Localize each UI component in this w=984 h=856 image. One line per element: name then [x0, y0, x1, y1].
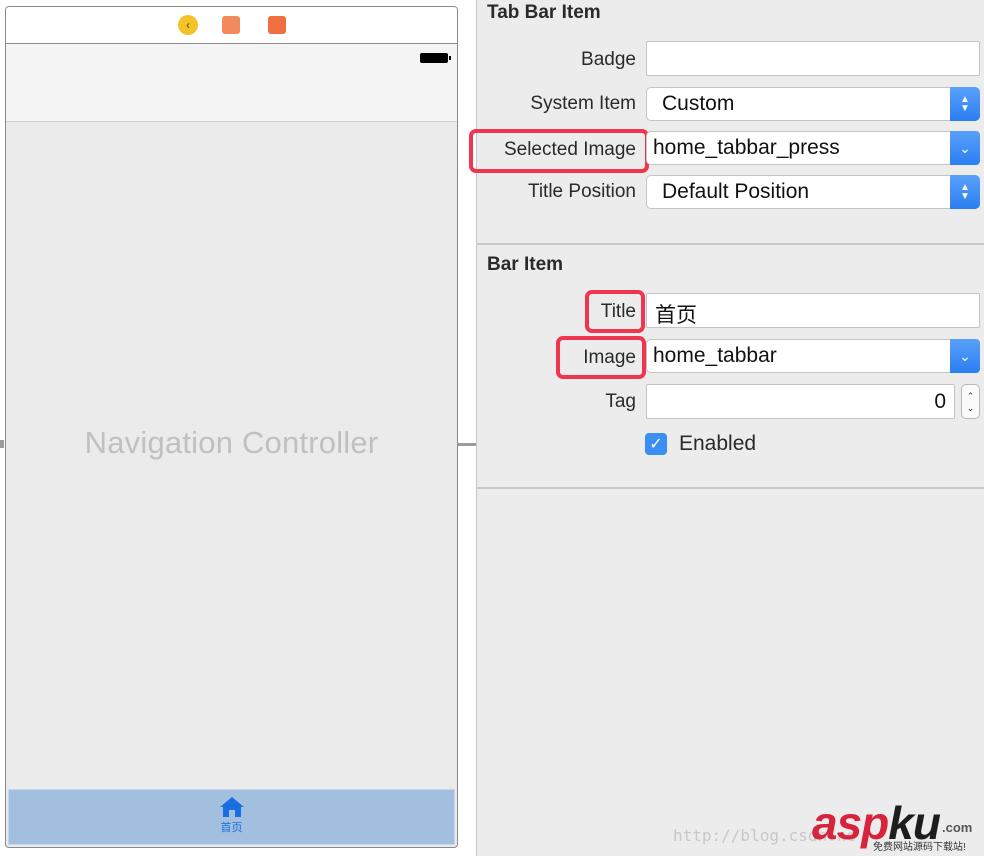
title-field[interactable]: 首页	[646, 293, 980, 328]
chevron-down-icon[interactable]: ⌄	[950, 131, 980, 165]
tab-bar-item-home[interactable]: 首页	[207, 796, 257, 835]
badge-label: Badge	[581, 49, 636, 70]
title-value: 首页	[655, 304, 697, 327]
scene-dock: ‹	[6, 7, 457, 44]
badge-field[interactable]	[646, 41, 980, 76]
section-divider	[477, 243, 984, 245]
selected-image-label: Selected Image	[503, 139, 636, 160]
tag-label: Tag	[605, 391, 636, 412]
image-label: Image	[583, 347, 636, 368]
watermark-logo-suffix: .com	[942, 820, 973, 835]
storyboard-canvas: ‹ Navigation Controller 首页	[0, 0, 476, 856]
segue-marker	[0, 440, 4, 448]
tag-stepper[interactable]: ⌃ ⌄	[961, 384, 980, 419]
section-heading-bar-item: Bar Item	[487, 254, 564, 275]
title-position-value: Default Position	[662, 180, 810, 203]
enabled-label[interactable]: Enabled	[679, 432, 756, 456]
tab-bar[interactable]: 首页	[8, 789, 455, 845]
tag-value: 0	[934, 390, 946, 413]
title-position-popup[interactable]: Default Position ▲ ▼	[646, 175, 980, 209]
enabled-checkbox[interactable]: ✓	[645, 433, 667, 455]
selected-image-value: home_tabbar_press	[653, 136, 840, 159]
scene-title: Navigation Controller	[84, 425, 379, 460]
exit-icon[interactable]	[268, 16, 286, 34]
selected-image-combo[interactable]: home_tabbar_press ⌄	[646, 131, 980, 165]
cube-icon[interactable]	[222, 16, 240, 34]
system-item-popup[interactable]: Custom ▲ ▼	[646, 87, 980, 121]
relationship-segue[interactable]	[458, 443, 476, 446]
system-item-label: System Item	[530, 93, 636, 114]
navigation-bar[interactable]	[6, 44, 457, 122]
back-icon[interactable]: ‹	[178, 15, 198, 35]
watermark-tagline: 免费网站源码下载站!	[873, 842, 966, 853]
tab-bar-item-label: 首页	[220, 822, 243, 834]
navigation-controller-scene[interactable]: ‹ Navigation Controller 首页	[5, 6, 458, 848]
section-heading-tab-bar-item: Tab Bar Item	[487, 2, 601, 23]
system-item-value: Custom	[662, 92, 735, 115]
image-combo[interactable]: home_tabbar ⌄	[646, 339, 980, 373]
title-position-label: Title Position	[527, 181, 636, 202]
updown-chevron-icon[interactable]: ▲ ▼	[950, 87, 980, 121]
attributes-inspector: Tab Bar Item Badge System Item Custom ▲ ▼…	[469, 0, 984, 856]
battery-icon	[420, 53, 451, 63]
home-icon	[219, 797, 244, 817]
chevron-down-icon[interactable]: ⌄	[950, 339, 980, 373]
image-value: home_tabbar	[653, 344, 777, 367]
updown-chevron-icon[interactable]: ▲ ▼	[950, 175, 980, 209]
title-label: Title	[600, 301, 636, 322]
section-divider	[477, 487, 984, 489]
tag-field[interactable]: 0	[646, 384, 955, 419]
